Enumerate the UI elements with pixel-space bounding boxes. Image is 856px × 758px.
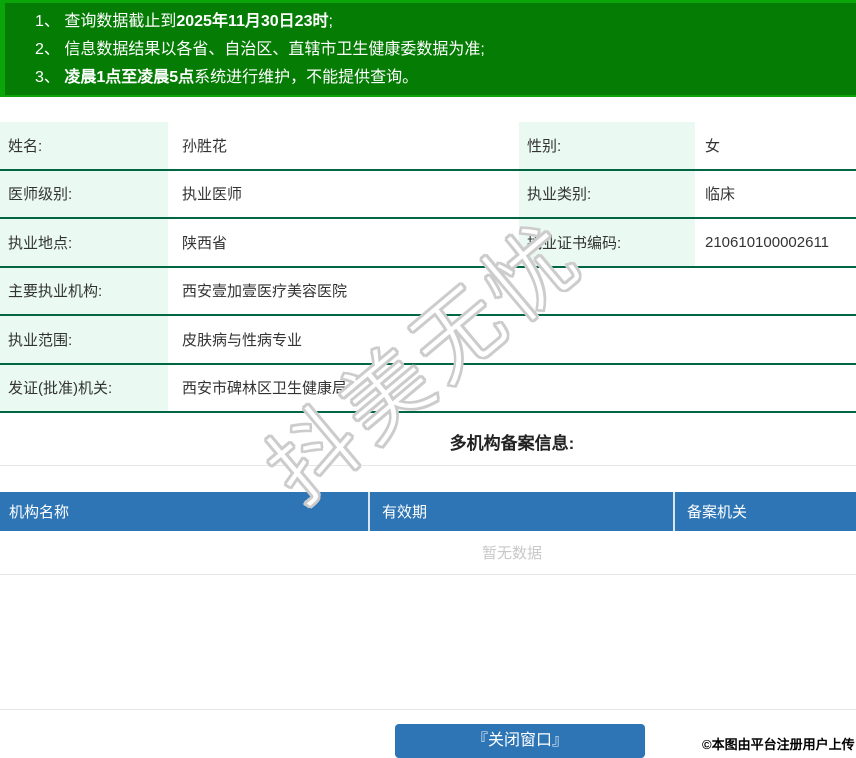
notice-3-text: 3、	[35, 69, 65, 86]
column-header-institution-name: 机构名称	[9, 504, 70, 521]
table-row: 医师级别: 执业医师 执业类别: 临床	[0, 170, 856, 219]
divider-line	[0, 709, 856, 710]
notice-banner: 1、 查询数据截止到2025年11月30日23时; 2、 信息数据结果以各省、自…	[0, 0, 856, 97]
notice-1-suffix: ;	[328, 13, 333, 30]
divider-line	[0, 465, 856, 466]
platform-upload-watermark: ©本图由平台注册用户上传	[702, 737, 855, 752]
main-institution-value: 西安壹加壹医疗美容医院	[182, 283, 348, 301]
table-row: 执业地点: 陕西省 执业证书编码: 210610100002611	[0, 219, 856, 268]
certificate-number-label: 执业证书编码:	[519, 219, 695, 266]
notice-1-text: 1、 查询数据截止到	[35, 13, 177, 30]
practice-scope-label: 执业范围:	[0, 316, 168, 363]
gender-label: 性别:	[519, 122, 695, 169]
table-row: 姓名: 孙胜花 性别: 女	[0, 122, 856, 171]
empty-data-placeholder: 暂无数据	[481, 545, 542, 562]
notice-3-suffix: 系统进行维护，不能提供查询。	[194, 69, 419, 86]
table-row: 发证(批准)机关: 西安市碑林区卫生健康局	[0, 364, 856, 413]
notice-3-bold: 凌晨1点至凌晨5点	[64, 69, 195, 86]
table-row: 执业范围: 皮肤病与性病专业	[0, 316, 856, 365]
issuing-authority-value: 西安市碑林区卫生健康局	[182, 380, 348, 398]
close-window-button[interactable]: 『关闭窗口』	[395, 724, 645, 758]
practice-category-label: 执业类别:	[519, 170, 695, 217]
notice-line-1: 1、 查询数据截止到2025年11月30日23时;	[35, 8, 856, 36]
practice-location-value: 陕西省	[182, 234, 228, 252]
name-label: 姓名:	[0, 122, 168, 169]
practice-location-label: 执业地点:	[0, 219, 168, 266]
certificate-number-value: 210610100002611	[705, 233, 830, 251]
registration-table-header: 机构名称 有效期 备案机关	[0, 492, 856, 531]
notice-line-3: 3、 凌晨1点至凌晨5点系统进行维护，不能提供查询。	[35, 64, 856, 92]
table-row: 主要执业机构: 西安壹加壹医疗美容医院	[0, 267, 856, 316]
doctor-level-label: 医师级别:	[0, 170, 168, 217]
gender-value: 女	[705, 137, 721, 155]
multi-institution-heading: 多机构备案信息:	[449, 434, 575, 453]
main-institution-label: 主要执业机构:	[0, 267, 168, 314]
notice-2-text: 2、 信息数据结果以各省、自治区、直辖市卫生健康委数据为准;	[35, 41, 485, 58]
name-value: 孙胜花	[182, 137, 228, 155]
column-header-registration-authority: 备案机关	[673, 492, 856, 531]
notice-line-2: 2、 信息数据结果以各省、自治区、直辖市卫生健康委数据为准;	[35, 36, 856, 64]
practice-category-value: 临床	[705, 186, 736, 204]
issuing-authority-label: 发证(批准)机关:	[0, 364, 168, 411]
divider-line	[0, 574, 856, 575]
doctor-level-value: 执业医师	[182, 186, 243, 204]
doctor-profile-table: 姓名: 孙胜花 性别: 女 医师级别: 执业医师 执业类别: 临床 执业地点: …	[0, 122, 856, 413]
column-header-validity-period: 有效期	[368, 492, 673, 531]
practice-scope-value: 皮肤病与性病专业	[182, 331, 303, 349]
notice-1-bold: 2025年11月30日23时	[176, 13, 329, 30]
